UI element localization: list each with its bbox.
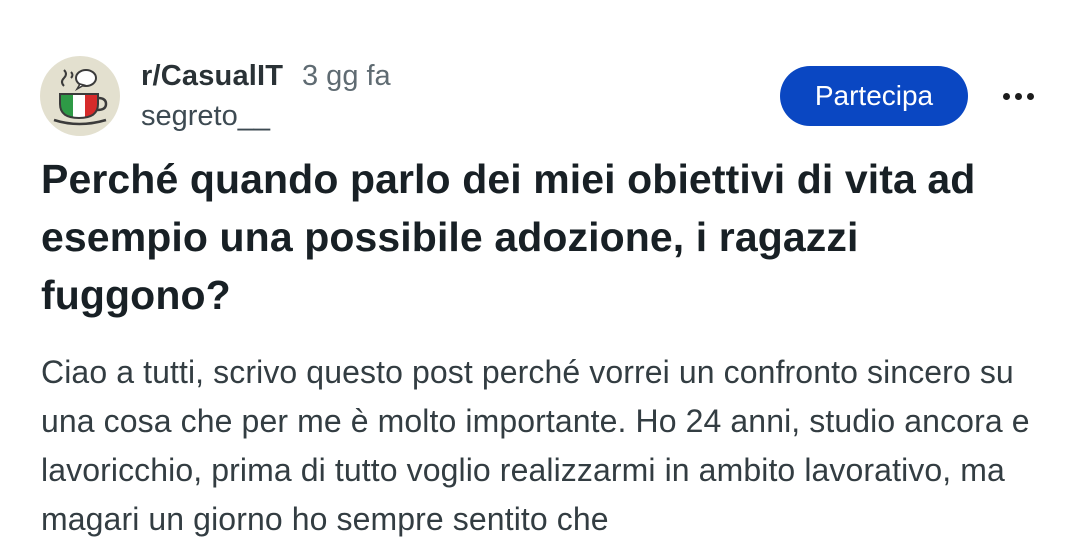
post-time: 3 gg fa: [302, 60, 391, 92]
post-body[interactable]: Ciao a tutti, scrivo questo post perché …: [41, 348, 1061, 544]
more-options-icon[interactable]: [992, 76, 1044, 116]
subreddit-avatar[interactable]: [40, 56, 120, 136]
author-name[interactable]: segreto__: [141, 100, 270, 133]
post-title[interactable]: Perché quando parlo dei miei obiettivi d…: [41, 150, 1041, 324]
italian-coffee-cup-icon: [53, 69, 108, 126]
dot: [1026, 92, 1034, 100]
dot: [1014, 92, 1022, 100]
reddit-post: r/CasualIT 3 gg fa segreto__ Partecipa P…: [0, 0, 1080, 555]
dot: [1002, 92, 1010, 100]
subreddit-name[interactable]: r/CasualIT: [141, 60, 283, 93]
join-button[interactable]: Partecipa: [780, 66, 968, 126]
